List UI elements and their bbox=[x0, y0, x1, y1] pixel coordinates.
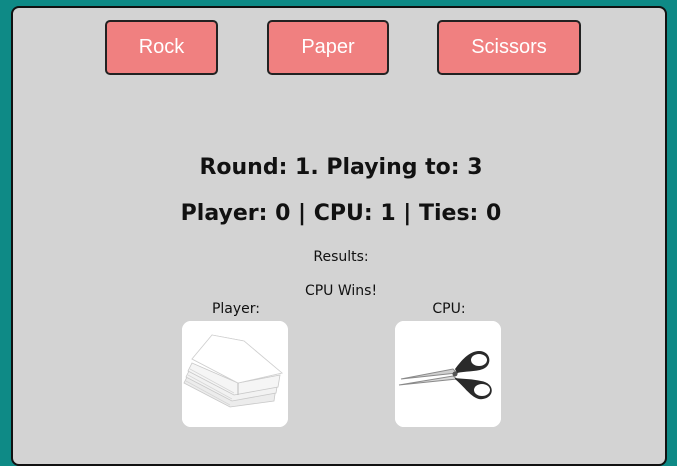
cpu-pick-label: CPU: bbox=[432, 301, 466, 317]
scoreboard: Player: 0 | CPU: 1 | Ties: 0 bbox=[180, 201, 502, 226]
paper-button[interactable]: Paper bbox=[267, 20, 389, 75]
results-label: Results: bbox=[313, 249, 369, 265]
round-status: Round: 1. Playing to: 3 bbox=[199, 155, 483, 180]
game-panel: Rock Paper Scissors Round: 1. Playing to… bbox=[11, 6, 667, 466]
paper-stack-icon bbox=[182, 321, 288, 427]
rock-button[interactable]: Rock bbox=[105, 20, 218, 75]
cpu-choice-card bbox=[395, 321, 501, 427]
player-pick-label: Player: bbox=[211, 301, 261, 317]
round-outcome: CPU Wins! bbox=[304, 283, 378, 299]
player-choice-card bbox=[182, 321, 288, 427]
scissors-button[interactable]: Scissors bbox=[437, 20, 581, 75]
scissors-icon bbox=[395, 321, 501, 427]
